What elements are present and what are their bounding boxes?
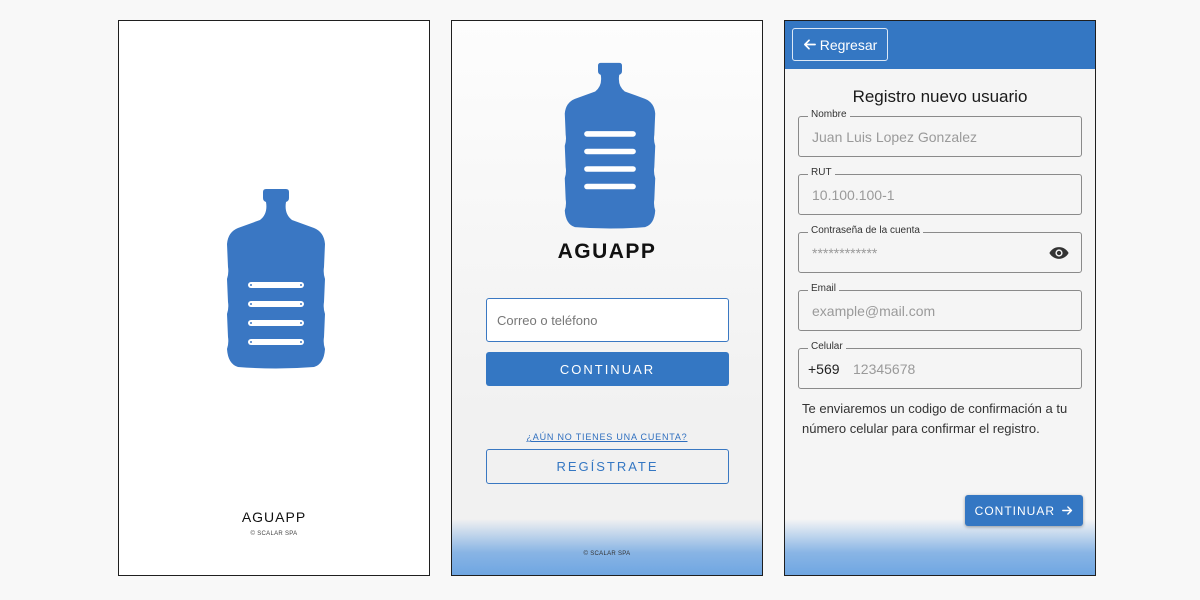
continue-button[interactable]: CONTINUAR xyxy=(965,495,1083,526)
water-bottle-logo xyxy=(564,62,656,229)
email-or-phone-input[interactable] xyxy=(486,298,729,342)
login-screen: AGUAPP CONTINUAR ¿AÚN NO TIENES UNA CUEN… xyxy=(451,20,763,576)
phone-prefix: +569 xyxy=(808,361,840,377)
page-title: Registro nuevo usuario xyxy=(852,87,1028,106)
email-field: Email xyxy=(798,283,1082,331)
phone-field: +569 Celular xyxy=(798,341,1082,389)
register-screen: Regresar Registro nuevo usuario Nombre R… xyxy=(784,20,1096,576)
arrow-right-icon xyxy=(1062,505,1073,515)
continue-button[interactable]: CONTINUAR xyxy=(486,352,729,386)
water-bottle-logo xyxy=(227,189,325,369)
name-field: Nombre xyxy=(798,109,1082,157)
back-button[interactable]: Regresar xyxy=(792,28,888,61)
phone-input[interactable] xyxy=(799,349,1081,388)
phone-label: Celular xyxy=(808,341,846,352)
no-account-link[interactable]: ¿AÚN NO TIENES UNA CUENTA? xyxy=(452,432,762,442)
back-label: Regresar xyxy=(819,36,878,53)
eye-icon[interactable] xyxy=(1049,245,1069,261)
app-name: AGUAPP xyxy=(241,509,307,525)
rut-field: RUT xyxy=(798,167,1082,215)
confirmation-note: Te enviaremos un codigo de confirmación … xyxy=(802,401,1068,436)
arrow-left-icon xyxy=(803,39,816,50)
continue-label: CONTINUAR xyxy=(974,503,1055,518)
name-label: Nombre xyxy=(808,109,850,120)
copyright-text: © SCALAR SPA xyxy=(250,531,298,537)
copyright-text: © SCALAR SPA xyxy=(583,551,631,557)
password-input[interactable] xyxy=(799,233,1081,272)
app-header: Regresar xyxy=(785,21,1095,69)
app-name: AGUAPP xyxy=(557,240,657,263)
register-button[interactable]: REGÍSTRATE xyxy=(486,449,729,484)
email-input[interactable] xyxy=(799,291,1081,330)
bottom-gradient xyxy=(785,519,1095,575)
bottom-gradient xyxy=(452,519,762,575)
email-label: Email xyxy=(808,283,840,294)
splash-screen: AGUAPP © SCALAR SPA xyxy=(118,20,430,576)
rut-label: RUT xyxy=(808,167,835,178)
name-input[interactable] xyxy=(799,117,1081,156)
password-field: Contraseña de la cuenta xyxy=(798,225,1082,273)
rut-input[interactable] xyxy=(799,175,1081,214)
password-label: Contraseña de la cuenta xyxy=(808,225,923,236)
